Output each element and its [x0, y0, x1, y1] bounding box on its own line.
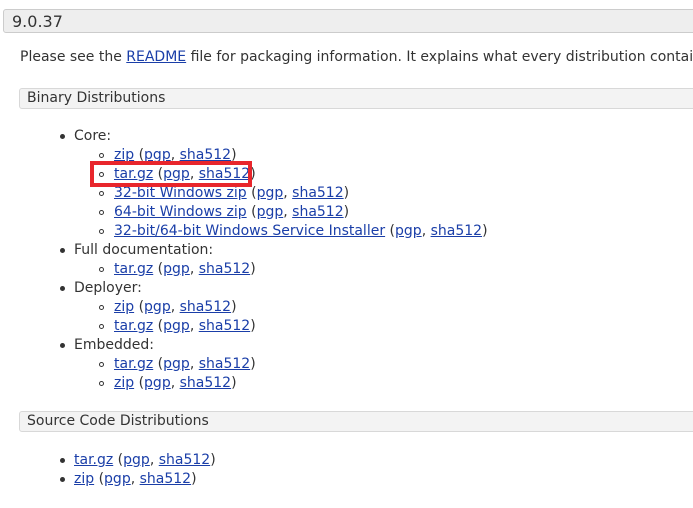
source-distributions-heading: Source Code Distributions — [27, 413, 209, 429]
core-win64-zip-link[interactable]: 64-bit Windows zip — [114, 204, 247, 220]
list-item: zip (pgp, sha512) — [74, 471, 197, 487]
embedded-zip-sha512-link[interactable]: sha512 — [180, 375, 231, 391]
list-item: tar.gz (pgp, sha512) — [114, 318, 256, 334]
deployer-zip-pgp-link[interactable]: pgp — [144, 299, 171, 315]
source-distributions-heading-bar: Source Code Distributions — [19, 411, 693, 432]
list-item: tar.gz (pgp, sha512) — [114, 261, 256, 277]
readme-link[interactable]: README — [126, 49, 186, 65]
embedded-targz-pgp-link[interactable]: pgp — [163, 356, 190, 372]
bullet-circle-icon — [99, 153, 104, 158]
source-zip-sha512-link[interactable]: sha512 — [140, 471, 191, 487]
group-label-embedded: Embedded: — [74, 337, 154, 353]
docs-targz-link[interactable]: tar.gz — [114, 261, 153, 277]
bullet-circle-icon — [99, 381, 104, 386]
binary-distributions-heading: Binary Distributions — [27, 90, 166, 106]
binary-distributions-heading-bar: Binary Distributions — [19, 88, 693, 109]
bullet-disc-icon — [60, 286, 65, 291]
docs-targz-pgp-link[interactable]: pgp — [163, 261, 190, 277]
embedded-zip-link[interactable]: zip — [114, 375, 134, 391]
bullet-circle-icon — [99, 267, 104, 272]
bullet-circle-icon — [99, 305, 104, 310]
docs-targz-sha512-link[interactable]: sha512 — [199, 261, 250, 277]
bullet-disc-icon — [60, 248, 65, 253]
source-targz-link[interactable]: tar.gz — [74, 452, 113, 468]
bullet-circle-icon — [99, 324, 104, 329]
core-installer-pgp-link[interactable]: pgp — [395, 223, 422, 239]
list-item: zip (pgp, sha512) — [114, 299, 237, 315]
deployer-targz-link[interactable]: tar.gz — [114, 318, 153, 334]
version-title: 9.0.37 — [12, 12, 63, 31]
core-win64-sha512-link[interactable]: sha512 — [292, 204, 343, 220]
intro-text-before: Please see the — [20, 49, 127, 65]
core-installer-sha512-link[interactable]: sha512 — [431, 223, 482, 239]
source-targz-sha512-link[interactable]: sha512 — [159, 452, 210, 468]
list-item: tar.gz (pgp, sha512) — [114, 356, 256, 372]
bullet-disc-icon — [60, 134, 65, 139]
intro-paragraph: Please see the README file for packaging… — [20, 49, 693, 65]
deployer-targz-pgp-link[interactable]: pgp — [163, 318, 190, 334]
bullet-circle-icon — [99, 362, 104, 367]
intro-text-after: file for packaging information. It expla… — [186, 49, 693, 65]
bullet-disc-icon — [60, 477, 65, 482]
embedded-zip-pgp-link[interactable]: pgp — [144, 375, 171, 391]
group-label-full-documentation: Full documentation: — [74, 242, 214, 258]
group-label-core: Core: — [74, 128, 112, 144]
core-win32-pgp-link[interactable]: pgp — [257, 185, 284, 201]
core-win32-zip-link[interactable]: 32-bit Windows zip — [114, 185, 247, 201]
deployer-zip-link[interactable]: zip — [114, 299, 134, 315]
embedded-targz-link[interactable]: tar.gz — [114, 356, 153, 372]
highlight-box — [90, 161, 252, 187]
list-item: 64-bit Windows zip (pgp, sha512) — [114, 204, 350, 220]
embedded-targz-sha512-link[interactable]: sha512 — [199, 356, 250, 372]
group-label-deployer: Deployer: — [74, 280, 142, 296]
bullet-circle-icon — [99, 210, 104, 215]
source-zip-pgp-link[interactable]: pgp — [104, 471, 131, 487]
bullet-circle-icon — [99, 191, 104, 196]
source-zip-link[interactable]: zip — [74, 471, 94, 487]
deployer-zip-sha512-link[interactable]: sha512 — [180, 299, 231, 315]
list-item: 32-bit/64-bit Windows Service Installer … — [114, 223, 488, 239]
core-win32-sha512-link[interactable]: sha512 — [292, 185, 343, 201]
version-title-bar: 9.0.37 — [3, 9, 693, 33]
deployer-targz-sha512-link[interactable]: sha512 — [199, 318, 250, 334]
list-item: tar.gz (pgp, sha512) — [74, 452, 216, 468]
bullet-circle-icon — [99, 229, 104, 234]
list-item: zip (pgp, sha512) — [114, 375, 237, 391]
core-win64-pgp-link[interactable]: pgp — [257, 204, 284, 220]
source-targz-pgp-link[interactable]: pgp — [123, 452, 150, 468]
bullet-disc-icon — [60, 458, 65, 463]
bullet-disc-icon — [60, 343, 65, 348]
core-service-installer-link[interactable]: 32-bit/64-bit Windows Service Installer — [114, 223, 385, 239]
